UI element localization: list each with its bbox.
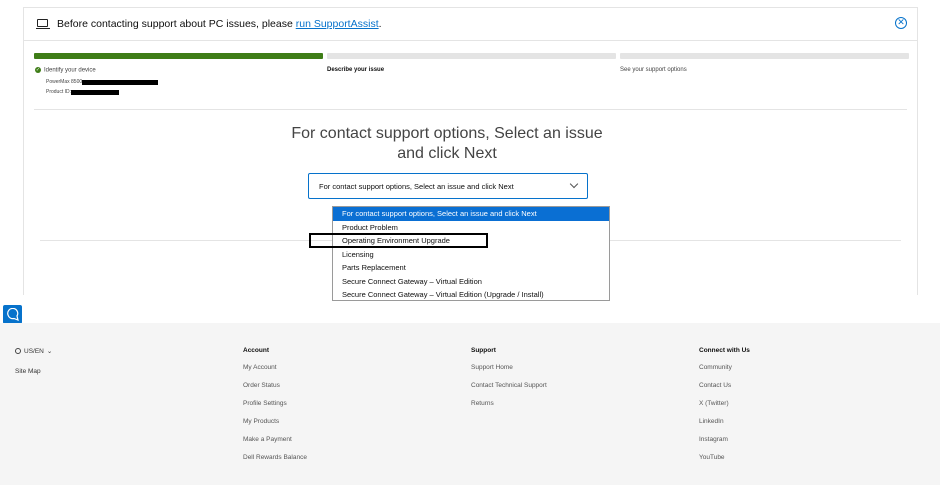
dropdown-option[interactable]: Parts Replacement <box>333 261 609 275</box>
banner-text: Before contacting support about PC issue… <box>57 18 382 30</box>
laptop-icon <box>36 18 50 30</box>
redaction-bar <box>71 89 120 95</box>
dropdown-option[interactable]: Secure Connect Gateway – Virtual Edition <box>333 275 609 289</box>
footer-link[interactable]: My Account <box>243 363 307 381</box>
page: Before contacting support about PC issue… <box>0 0 940 485</box>
footer-column-support: Support Support Home Contact Technical S… <box>471 347 547 417</box>
close-circle-icon[interactable]: ✕ <box>895 17 907 29</box>
footer-column-connect: Connect with Us Community Contact Us X (… <box>699 347 750 471</box>
dropdown-option[interactable]: Secure Connect Gateway – Virtual Edition… <box>333 288 609 302</box>
site-map-link[interactable]: Site Map <box>15 368 41 375</box>
footer-link[interactable]: Contact Technical Support <box>471 381 547 399</box>
step-support-options: See your support options <box>620 67 687 73</box>
progress-step-2 <box>327 53 616 59</box>
run-supportassist-link[interactable]: run SupportAssist <box>296 18 379 30</box>
site-footer: US/EN ⌄ Site Map Account My Account Orde… <box>0 323 940 485</box>
dropdown-option[interactable]: Product Problem <box>333 221 609 235</box>
chat-icon <box>7 308 19 321</box>
dropdown-option[interactable]: Operating Environment Upgrade <box>333 234 609 248</box>
footer-link[interactable]: Order Status <box>243 381 307 399</box>
step-identify-device: ✓ Identify your device <box>35 67 96 74</box>
footer-column-title: Account <box>243 347 269 354</box>
footer-link[interactable]: My Products <box>243 417 307 435</box>
footer-column-account: Account My Account Order Status Profile … <box>243 347 307 471</box>
footer-link[interactable]: X (Twitter) <box>699 399 750 417</box>
issue-select[interactable]: For contact support options, Select an i… <box>308 173 588 199</box>
chevron-down-icon: ⌄ <box>46 348 53 355</box>
footer-link[interactable]: Returns <box>471 399 547 417</box>
issue-select-value: For contact support options, Select an i… <box>319 181 514 191</box>
progress-step-3 <box>620 53 909 59</box>
device-product-id: Product ID: <box>46 89 120 95</box>
footer-link[interactable]: Profile Settings <box>243 399 307 417</box>
footer-link[interactable]: YouTube <box>699 453 750 471</box>
chevron-down-icon <box>569 179 579 189</box>
footer-link[interactable]: Make a Payment <box>243 435 307 453</box>
dropdown-option[interactable]: For contact support options, Select an i… <box>333 207 609 221</box>
footer-link[interactable]: Dell Rewards Balance <box>243 453 307 471</box>
footer-link[interactable]: Contact Us <box>699 381 750 399</box>
redaction-bar <box>82 79 159 85</box>
step-describe-issue: Describe your issue <box>327 67 385 73</box>
footer-link[interactable]: LinkedIn <box>699 417 750 435</box>
dropdown-option[interactable]: Licensing <box>333 248 609 262</box>
footer-column-title: Connect with Us <box>699 347 750 354</box>
footer-link[interactable]: Community <box>699 363 750 381</box>
supportassist-banner: Before contacting support about PC issue… <box>24 8 917 41</box>
check-icon: ✓ <box>35 67 41 73</box>
progress-step-1 <box>34 53 323 59</box>
footer-column-title: Support <box>471 347 496 354</box>
locale-selector[interactable]: US/EN ⌄ <box>15 347 52 355</box>
footer-link[interactable]: Instagram <box>699 435 750 453</box>
device-model: PowerMax 8500 <box>46 79 159 85</box>
globe-icon <box>15 348 21 354</box>
divider <box>34 109 907 110</box>
issue-dropdown-list: For contact support options, Select an i… <box>332 206 610 301</box>
footer-link[interactable]: Support Home <box>471 363 547 381</box>
chat-button[interactable] <box>3 305 22 324</box>
page-heading: For contact support options, Select an i… <box>291 125 603 162</box>
